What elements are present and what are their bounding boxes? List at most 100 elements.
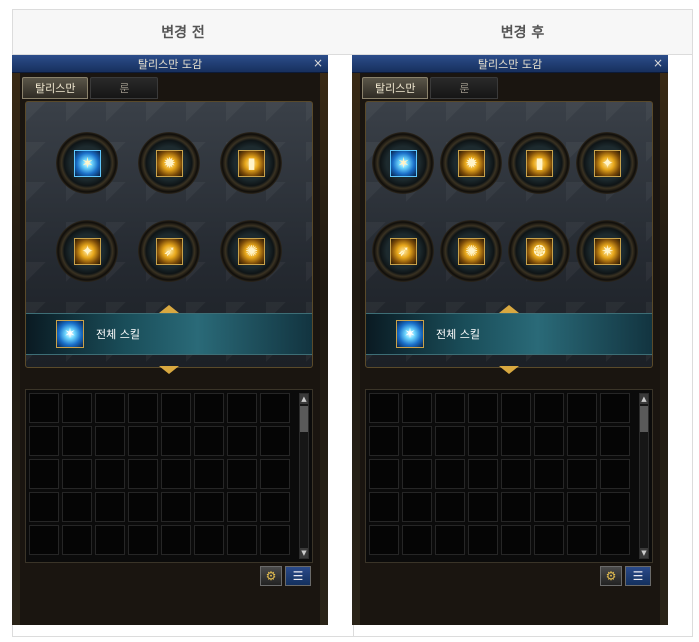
tab-rune[interactable]: 룬 <box>430 77 499 99</box>
grid-cell[interactable] <box>227 393 257 423</box>
scroll-up-icon[interactable]: ▲ <box>300 394 308 404</box>
grid-cell[interactable] <box>468 393 498 423</box>
gear-icon[interactable]: ⚙ <box>260 566 282 586</box>
grid-cell[interactable] <box>369 459 399 489</box>
talisman-slot[interactable]: ✶ <box>372 132 434 194</box>
grid-cell[interactable] <box>468 525 498 555</box>
talisman-slot[interactable]: ✺ <box>440 220 502 282</box>
grid-cell[interactable] <box>128 393 158 423</box>
talisman-slot[interactable]: ✦ <box>56 220 118 282</box>
grid-cell[interactable] <box>260 426 290 456</box>
talisman-slot[interactable]: ✷ <box>576 220 638 282</box>
grid-cell[interactable] <box>369 525 399 555</box>
grid-cell[interactable] <box>29 459 59 489</box>
grid-cell[interactable] <box>402 426 432 456</box>
grid-cell[interactable] <box>161 492 191 522</box>
talisman-slot[interactable]: ✹ <box>440 132 502 194</box>
grid-cell[interactable] <box>128 525 158 555</box>
grid-cell[interactable] <box>95 459 125 489</box>
grid-cell[interactable] <box>501 525 531 555</box>
grid-cell[interactable] <box>402 393 432 423</box>
grid-cell[interactable] <box>567 525 597 555</box>
grid-cell[interactable] <box>128 426 158 456</box>
grid-cell[interactable] <box>227 426 257 456</box>
grid-cell[interactable] <box>194 525 224 555</box>
grid-cell[interactable] <box>369 393 399 423</box>
grid-cell[interactable] <box>260 393 290 423</box>
grid-cell[interactable] <box>468 426 498 456</box>
grid-cell[interactable] <box>435 492 465 522</box>
grid-cell[interactable] <box>128 459 158 489</box>
grid-cell[interactable] <box>161 525 191 555</box>
grid-cell[interactable] <box>600 525 630 555</box>
grid-cell[interactable] <box>567 393 597 423</box>
grid-cell[interactable] <box>227 459 257 489</box>
grid-cell[interactable] <box>128 492 158 522</box>
scrollbar[interactable]: ▲ ▼ <box>639 393 649 559</box>
talisman-slot[interactable]: ➶ <box>372 220 434 282</box>
tab-rune[interactable]: 룬 <box>90 77 159 99</box>
scroll-thumb[interactable] <box>640 406 648 432</box>
skill-banner[interactable]: ✶ 전체 스킬 <box>366 313 652 355</box>
grid-cell[interactable] <box>435 459 465 489</box>
grid-cell[interactable] <box>501 459 531 489</box>
skill-banner[interactable]: ✶ 전체 스킬 <box>26 313 312 355</box>
grid-cell[interactable] <box>435 525 465 555</box>
grid-cell[interactable] <box>534 525 564 555</box>
grid-cell[interactable] <box>29 393 59 423</box>
scrollbar[interactable]: ▲ ▼ <box>299 393 309 559</box>
grid-cell[interactable] <box>227 525 257 555</box>
grid-cell[interactable] <box>161 426 191 456</box>
grid-cell[interactable] <box>161 393 191 423</box>
grid-cell[interactable] <box>600 393 630 423</box>
grid-cell[interactable] <box>534 393 564 423</box>
scroll-down-icon[interactable]: ▼ <box>300 548 308 558</box>
grid-cell[interactable] <box>600 426 630 456</box>
grid-cell[interactable] <box>468 492 498 522</box>
grid-cell[interactable] <box>62 492 92 522</box>
talisman-slot[interactable]: ✺ <box>220 220 282 282</box>
list-view-icon[interactable]: ☰ <box>285 566 311 586</box>
scroll-up-icon[interactable]: ▲ <box>640 394 648 404</box>
grid-cell[interactable] <box>501 393 531 423</box>
grid-cell[interactable] <box>29 525 59 555</box>
grid-cell[interactable] <box>194 393 224 423</box>
grid-cell[interactable] <box>567 492 597 522</box>
grid-cell[interactable] <box>534 426 564 456</box>
close-icon[interactable]: × <box>313 55 323 71</box>
grid-cell[interactable] <box>402 459 432 489</box>
grid-cell[interactable] <box>95 426 125 456</box>
tab-talisman[interactable]: 탈리스만 <box>22 77 89 99</box>
close-icon[interactable]: × <box>653 55 663 71</box>
grid-cell[interactable] <box>260 525 290 555</box>
grid-cell[interactable] <box>62 426 92 456</box>
grid-cell[interactable] <box>260 492 290 522</box>
grid-cell[interactable] <box>194 459 224 489</box>
grid-cell[interactable] <box>435 393 465 423</box>
gear-icon[interactable]: ⚙ <box>600 566 622 586</box>
grid-cell[interactable] <box>501 426 531 456</box>
grid-cell[interactable] <box>194 492 224 522</box>
grid-cell[interactable] <box>369 426 399 456</box>
grid-cell[interactable] <box>534 492 564 522</box>
talisman-slot[interactable]: ▮ <box>220 132 282 194</box>
grid-cell[interactable] <box>435 426 465 456</box>
grid-cell[interactable] <box>227 492 257 522</box>
grid-cell[interactable] <box>62 525 92 555</box>
grid-cell[interactable] <box>567 426 597 456</box>
talisman-slot[interactable]: ▮ <box>508 132 570 194</box>
grid-cell[interactable] <box>194 426 224 456</box>
grid-cell[interactable] <box>29 426 59 456</box>
grid-cell[interactable] <box>95 492 125 522</box>
list-view-icon[interactable]: ☰ <box>625 566 651 586</box>
grid-cell[interactable] <box>95 393 125 423</box>
grid-cell[interactable] <box>534 459 564 489</box>
grid-cell[interactable] <box>402 492 432 522</box>
talisman-slot[interactable]: ✹ <box>138 132 200 194</box>
grid-cell[interactable] <box>29 492 59 522</box>
grid-cell[interactable] <box>62 459 92 489</box>
tab-talisman[interactable]: 탈리스만 <box>362 77 429 99</box>
talisman-slot[interactable]: ➶ <box>138 220 200 282</box>
grid-cell[interactable] <box>62 393 92 423</box>
grid-cell[interactable] <box>95 525 125 555</box>
